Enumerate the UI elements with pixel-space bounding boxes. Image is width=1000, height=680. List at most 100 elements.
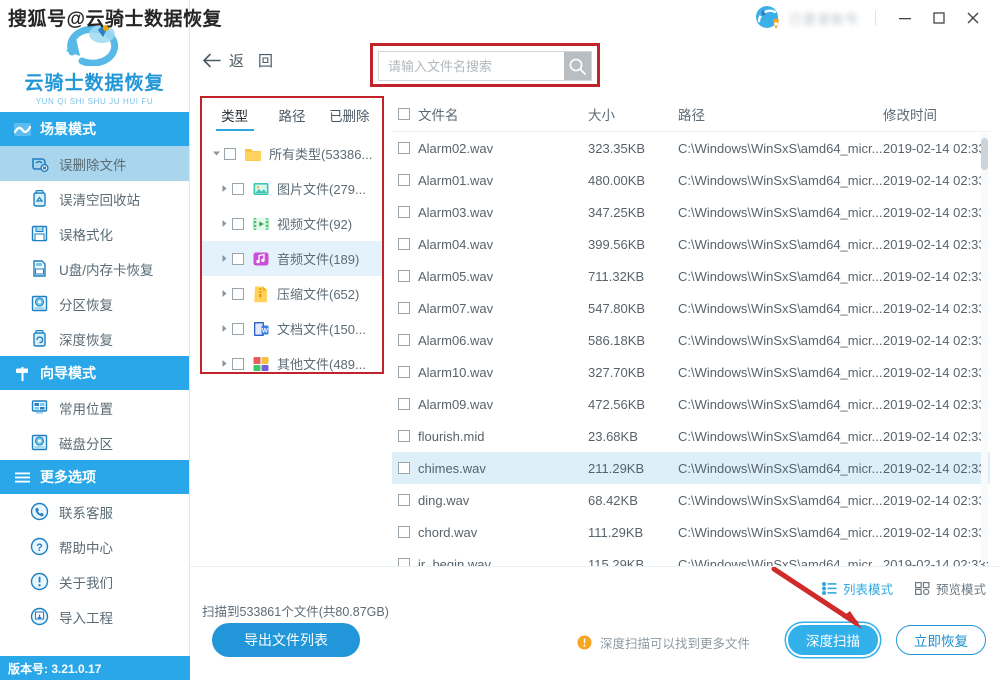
table-row[interactable]: Alarm07.wav 547.80KB C:\Windows\WinSxS\a… <box>392 292 990 324</box>
table-row[interactable]: Alarm01.wav 480.00KB C:\Windows\WinSxS\a… <box>392 164 990 196</box>
file-list-scrollbar-thumb[interactable] <box>981 138 988 170</box>
sidebar-item-format[interactable]: 误格式化 <box>0 216 189 251</box>
recover-now-button[interactable]: 立即恢复 <box>896 625 986 655</box>
sidebar-section-wizard-header[interactable]: 向导模式 <box>0 356 189 390</box>
sidebar-item-partition-recovery[interactable]: 分区恢复 <box>0 286 189 321</box>
sidebar-section-scene-header[interactable]: 场景模式 <box>0 112 189 146</box>
tree-node-checkbox[interactable] <box>232 357 244 370</box>
cell-size: 68.42KB <box>588 492 638 508</box>
list-mode-button[interactable]: 列表模式 <box>821 579 893 598</box>
close-button[interactable] <box>956 4 990 32</box>
sidebar-item-import-project[interactable]: 导入工程 <box>0 599 189 634</box>
tree-node-others[interactable]: 其他文件(489... <box>202 346 382 372</box>
tree-node-images[interactable]: 图片文件(279... <box>202 171 382 206</box>
chevron-right-icon <box>222 290 226 297</box>
tree-expand-toggle[interactable] <box>216 359 232 368</box>
sidebar-item-deep-recovery[interactable]: 深度恢复 <box>0 321 189 356</box>
back-button[interactable]: 返回 <box>202 50 287 71</box>
table-row[interactable]: Alarm10.wav 327.70KB C:\Windows\WinSxS\a… <box>392 356 990 388</box>
table-row[interactable]: ding.wav 68.42KB C:\Windows\WinSxS\amd64… <box>392 484 990 516</box>
table-row[interactable]: chimes.wav 211.29KB C:\Windows\WinSxS\am… <box>392 452 990 484</box>
tree-node-checkbox[interactable] <box>224 147 236 160</box>
tab-deleted[interactable]: 已删除 <box>321 98 378 131</box>
tree-node-checkbox[interactable] <box>232 287 244 300</box>
sidebar-section-more-header[interactable]: 更多选项 <box>0 460 189 494</box>
row-checkbox[interactable] <box>398 430 410 442</box>
sidebar-item-empty-recycle-bin[interactable]: 误清空回收站 <box>0 181 189 216</box>
row-checkbox[interactable] <box>398 366 410 378</box>
row-checkbox[interactable] <box>398 558 410 566</box>
column-header-size[interactable]: 大小 <box>588 104 678 124</box>
table-row[interactable]: chord.wav 111.29KB C:\Windows\WinSxS\amd… <box>392 516 990 548</box>
tree-expand-toggle[interactable] <box>216 254 232 263</box>
cell-size: 327.70KB <box>588 364 646 380</box>
row-checkbox[interactable] <box>398 174 410 186</box>
tree-node-audio[interactable]: 音频文件(189) <box>202 241 382 276</box>
sidebar-item-about-us[interactable]: 关于我们 <box>0 564 189 599</box>
tree-node-checkbox[interactable] <box>232 252 244 265</box>
table-row[interactable]: Alarm06.wav 586.18KB C:\Windows\WinSxS\a… <box>392 324 990 356</box>
row-checkbox[interactable] <box>398 270 410 282</box>
tree-expand-toggle[interactable] <box>216 184 232 193</box>
tree-expand-toggle[interactable] <box>216 324 232 333</box>
export-file-list-button[interactable]: 导出文件列表 <box>212 623 360 657</box>
table-row[interactable]: ir_begin.wav 115.29KB C:\Windows\WinSxS\… <box>392 548 990 566</box>
chevron-right-icon <box>222 360 226 367</box>
sidebar-item-deleted-files[interactable]: 误删除文件 <box>0 146 189 181</box>
minimize-button[interactable] <box>888 4 922 32</box>
table-row[interactable]: Alarm02.wav 323.35KB C:\Windows\WinSxS\a… <box>392 132 990 164</box>
sidebar-item-usb-card-recovery[interactable]: U盘/内存卡恢复 <box>0 251 189 286</box>
search-button[interactable] <box>564 52 591 80</box>
row-checkbox[interactable] <box>398 238 410 250</box>
tree-expand-toggle[interactable] <box>216 289 232 298</box>
row-checkbox[interactable] <box>398 462 410 474</box>
tree-node-archives[interactable]: 压缩文件(652) <box>202 276 382 311</box>
tree-node-documents[interactable]: W 文档文件(150... <box>202 311 382 346</box>
table-row[interactable]: Alarm04.wav 399.56KB C:\Windows\WinSxS\a… <box>392 228 990 260</box>
tree-node-label: 其他文件(489... <box>277 357 366 372</box>
row-checkbox[interactable] <box>398 206 410 218</box>
tree-node-checkbox[interactable] <box>232 217 244 230</box>
search-input[interactable] <box>379 52 564 80</box>
tree-expand-toggle[interactable] <box>216 219 232 228</box>
row-checkbox[interactable] <box>398 302 410 314</box>
table-row[interactable]: flourish.mid 23.68KB C:\Windows\WinSxS\a… <box>392 420 990 452</box>
sidebar-item-common-location[interactable]: 常用位置 <box>0 390 189 425</box>
sidebar-item-disk-partition[interactable]: 磁盘分区 <box>0 425 189 460</box>
row-checkbox[interactable] <box>398 526 410 538</box>
column-header-path[interactable]: 路径 <box>678 104 883 124</box>
maximize-button[interactable] <box>922 4 956 32</box>
table-row[interactable]: Alarm05.wav 711.32KB C:\Windows\WinSxS\a… <box>392 260 990 292</box>
search-container <box>378 51 592 81</box>
select-all-checkbox[interactable] <box>398 107 410 120</box>
tree-node-checkbox[interactable] <box>232 182 244 195</box>
column-header-name[interactable]: 文件名 <box>418 104 588 124</box>
sidebar-item-contact-support[interactable]: 联系客服 <box>0 494 189 529</box>
deep-scan-button[interactable]: 深度扫描 <box>788 625 878 655</box>
tree-node-checkbox[interactable] <box>232 322 244 335</box>
tree-body: 所有类型(53386... 图片文件(279... 视频文件(92) 音频文件(… <box>202 131 382 372</box>
row-checkbox[interactable] <box>398 142 410 154</box>
column-header-time[interactable]: 修改时间 <box>883 104 990 124</box>
tree-node-all-types[interactable]: 所有类型(53386... <box>202 136 382 171</box>
row-checkbox[interactable] <box>398 494 410 506</box>
table-row[interactable]: Alarm03.wav 347.25KB C:\Windows\WinSxS\a… <box>392 196 990 228</box>
signpost-icon <box>16 366 28 381</box>
row-checkbox[interactable] <box>398 398 410 410</box>
table-row[interactable]: Alarm09.wav 472.56KB C:\Windows\WinSxS\a… <box>392 388 990 420</box>
tab-path[interactable]: 路径 <box>263 98 320 131</box>
tree-expand-toggle[interactable] <box>208 149 224 158</box>
user-account[interactable]: 已登录账号 <box>755 5 859 31</box>
file-type-tree: 类型 路径 已删除 所有类型(53386... 图片文件(279... 视频文件… <box>202 98 382 372</box>
cell-path: C:\Windows\WinSxS\amd64_micr... <box>678 268 883 284</box>
file-list-scrollbar-track[interactable] <box>981 134 988 562</box>
svg-text:W: W <box>262 327 269 334</box>
row-select-cell <box>392 430 418 442</box>
tab-type[interactable]: 类型 <box>206 98 263 131</box>
row-checkbox[interactable] <box>398 334 410 346</box>
tree-node-videos[interactable]: 视频文件(92) <box>202 206 382 241</box>
cell-time: 2019-02-14 02:33:55 <box>883 236 990 252</box>
sidebar-item-help-center[interactable]: ? 帮助中心 <box>0 529 189 564</box>
preview-mode-button[interactable]: 预览模式 <box>914 579 986 598</box>
back-label: 返回 <box>229 53 288 70</box>
